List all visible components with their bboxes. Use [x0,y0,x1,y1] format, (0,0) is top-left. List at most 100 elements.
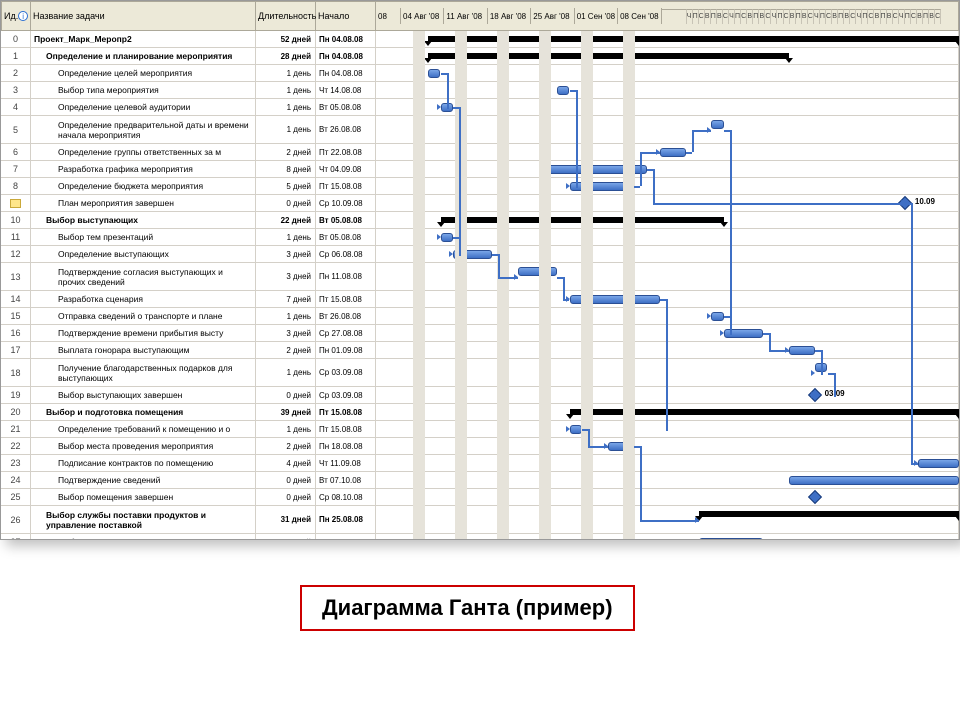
task-start[interactable]: Пн 04.08.08 [316,31,376,48]
task-name-cell[interactable]: Определение предварительной даты и време… [31,116,256,144]
gantt-row[interactable] [376,229,959,246]
task-bar[interactable] [570,295,660,304]
gantt-row[interactable] [376,506,959,534]
task-bar[interactable] [711,120,724,129]
task-duration[interactable]: 8 дней [256,161,316,178]
task-bar[interactable] [660,148,686,157]
task-name-cell[interactable]: Получение благодарственных подарков для … [31,359,256,387]
task-name-cell[interactable]: Выбор выступающих [31,212,256,229]
gantt-row[interactable] [376,534,959,540]
task-duration[interactable]: 1 день [256,308,316,325]
row-id[interactable]: 27 [1,534,31,540]
task-start[interactable]: Вт 26.08.08 [316,308,376,325]
week-header[interactable]: 01 Сен '08 [575,8,618,24]
task-start[interactable]: Пн 25.08.08 [316,506,376,534]
row-id[interactable]: 2 [1,65,31,82]
task-start[interactable]: Пт 15.08.08 [316,404,376,421]
task-name-cell[interactable]: Определение группы ответственных за м [31,144,256,161]
task-bar[interactable] [557,86,570,95]
gantt-row[interactable] [376,404,959,421]
task-start[interactable]: Чт 11.09.08 [316,455,376,472]
task-name-cell[interactable]: Выбор вариантов питания [31,534,256,540]
row-id[interactable]: 8 [1,178,31,195]
col-start-header[interactable]: Начало [316,1,376,31]
milestone-marker[interactable] [808,490,822,504]
task-bar[interactable] [789,476,959,485]
task-start[interactable]: Пт 15.08.08 [316,421,376,438]
task-name-cell[interactable]: Подтверждение согласия выступающих и про… [31,263,256,291]
row-id[interactable]: 20 [1,404,31,421]
task-start[interactable]: Чт 14.08.08 [316,82,376,99]
row-id[interactable]: 26 [1,506,31,534]
task-name-cell[interactable]: Выбор службы поставки продуктов и управл… [31,506,256,534]
gantt-row[interactable] [376,472,959,489]
task-bar[interactable] [608,442,634,451]
task-name-cell[interactable]: Определение целей мероприятия [31,65,256,82]
task-duration[interactable]: 0 дней [256,472,316,489]
task-start[interactable]: Вт 26.08.08 [316,116,376,144]
task-start[interactable]: Пн 25.08.08 [316,534,376,540]
task-start[interactable]: Пн 18.08.08 [316,438,376,455]
task-duration[interactable]: 7 дней [256,291,316,308]
task-start[interactable]: Вт 05.08.08 [316,99,376,116]
row-id[interactable]: 16 [1,325,31,342]
task-start[interactable]: Пн 04.08.08 [316,48,376,65]
task-name-cell[interactable]: Подтверждение времени прибытия высту [31,325,256,342]
gantt-row[interactable]: 03.09 [376,387,959,404]
task-duration[interactable]: 4 дней [256,455,316,472]
task-start[interactable]: Ср 03.09.08 [316,359,376,387]
task-bar[interactable] [518,267,557,276]
gantt-row[interactable] [376,99,959,116]
task-bar[interactable] [441,233,454,242]
gantt-row[interactable] [376,144,959,161]
task-duration[interactable]: 3 дней [256,325,316,342]
gantt-row[interactable] [376,161,959,178]
gantt-row[interactable] [376,489,959,506]
task-bar[interactable] [711,312,724,321]
task-name-cell[interactable]: Подтверждение сведений [31,472,256,489]
task-bar[interactable] [789,346,815,355]
week-header[interactable]: 04 Авг '08 [401,8,444,24]
task-name-cell[interactable]: План мероприятия завершен [31,195,256,212]
row-id[interactable]: 17 [1,342,31,359]
task-duration[interactable]: 1 день [256,421,316,438]
task-duration[interactable]: 5 дней [256,178,316,195]
task-bar[interactable] [570,425,583,434]
gantt-row[interactable] [376,178,959,195]
row-id[interactable]: 15 [1,308,31,325]
task-duration[interactable]: 2 дней [256,144,316,161]
task-name-cell[interactable]: Определение требований к помещению и о [31,421,256,438]
task-start[interactable]: Ср 10.09.08 [316,195,376,212]
row-id[interactable]: 7 [1,161,31,178]
gantt-row[interactable] [376,31,959,48]
task-name-cell[interactable]: Выбор выступающих завершен [31,387,256,404]
gantt-row[interactable] [376,48,959,65]
summary-bar[interactable] [428,36,959,42]
task-start[interactable]: Ср 06.08.08 [316,246,376,263]
task-duration[interactable]: 1 день [256,82,316,99]
task-start[interactable]: Пн 01.09.08 [316,342,376,359]
gantt-grid[interactable]: Ид.iНазвание задачиДлительностьНачало080… [1,1,959,540]
task-duration[interactable]: 52 дней [256,31,316,48]
task-name-cell[interactable]: Подписание контрактов по помещению [31,455,256,472]
gantt-row[interactable] [376,65,959,82]
task-bar[interactable] [699,538,764,540]
task-start[interactable]: Вт 05.08.08 [316,212,376,229]
task-duration[interactable]: 0 дней [256,387,316,404]
gantt-row[interactable] [376,359,959,387]
task-name-cell[interactable]: Выбор помещения завершен [31,489,256,506]
row-id[interactable]: 10 [1,212,31,229]
task-bar[interactable] [453,250,492,259]
task-bar[interactable] [724,329,763,338]
week-header[interactable]: 18 Авг '08 [488,8,531,24]
row-id[interactable]: 3 [1,82,31,99]
task-duration[interactable]: 5 дней [256,534,316,540]
gantt-row[interactable] [376,291,959,308]
summary-bar[interactable] [699,511,960,517]
col-name-header[interactable]: Название задачи [31,1,256,31]
row-id[interactable]: 0 [1,31,31,48]
task-duration[interactable]: 3 дней [256,246,316,263]
task-name-cell[interactable]: Разработка графика мероприятия [31,161,256,178]
row-id[interactable]: 6 [1,144,31,161]
gantt-row[interactable] [376,212,959,229]
